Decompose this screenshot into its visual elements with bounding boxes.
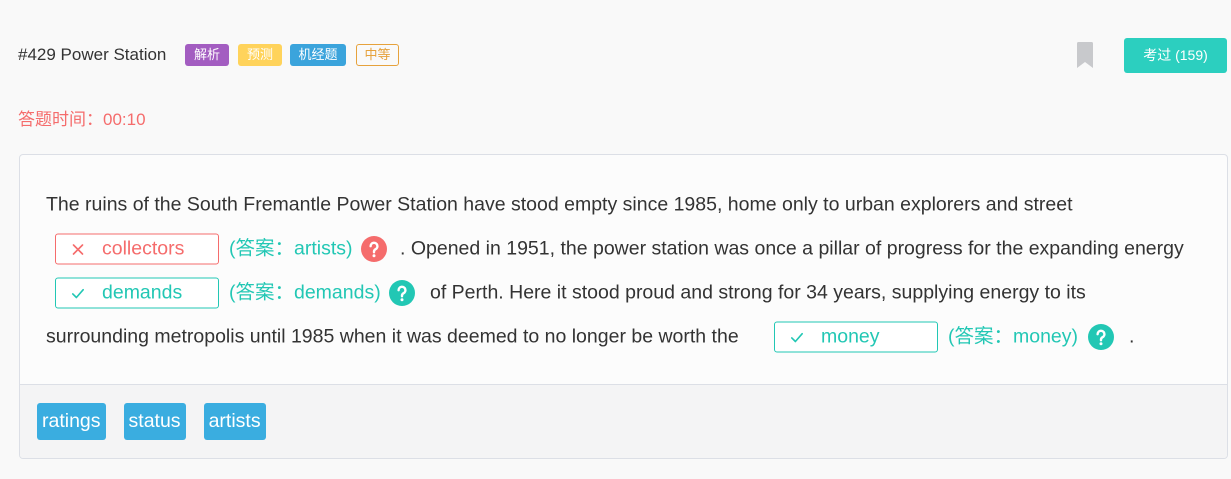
passage-text-segment: surrounding metropolis until 1985 when i… xyxy=(46,325,739,348)
passage-panel: The ruins of the South Fremantle Power S… xyxy=(19,154,1228,459)
tag-exam-question: 机经题 xyxy=(290,44,346,66)
blank-value: collectors xyxy=(102,237,185,260)
blank-value: demands xyxy=(102,281,183,304)
word-bank: ratings status artists xyxy=(20,384,1227,458)
question-circle-icon[interactable] xyxy=(389,280,415,306)
attempted-count-button[interactable]: 考过 (159) xyxy=(1124,38,1227,73)
timer-label: 答题时间： xyxy=(18,110,103,129)
blank-input-2[interactable]: demands xyxy=(55,277,219,309)
blank-value: money xyxy=(821,325,880,348)
question-title: #429 Power Station xyxy=(18,45,167,64)
question-circle-icon[interactable] xyxy=(361,236,387,262)
word-option-ratings[interactable]: ratings xyxy=(37,403,106,440)
correct-answer-label: (答案：artists) xyxy=(229,237,353,260)
passage-line: demands (答案：demands) of Perth. Here it s… xyxy=(20,271,1227,315)
tag-difficulty: 中等 xyxy=(356,44,399,66)
word-options: ratings status artists xyxy=(37,403,266,440)
passage-text: The ruins of the South Fremantle Power S… xyxy=(20,155,1227,384)
correct-answer-label: (答案：demands) xyxy=(229,281,381,304)
blank-input-3[interactable]: money xyxy=(774,321,938,353)
passage-line: The ruins of the South Fremantle Power S… xyxy=(20,183,1227,227)
question-circle-icon[interactable] xyxy=(1088,324,1114,350)
check-icon xyxy=(71,286,85,300)
passage-text-segment: of Perth. Here it stood proud and strong… xyxy=(430,281,1086,304)
bookmark-icon[interactable] xyxy=(1077,42,1093,68)
tag-prediction: 预测 xyxy=(238,44,282,66)
passage-text-segment: . xyxy=(1129,325,1135,348)
passage-line: collectors (答案：artists) . Opened in 1951… xyxy=(20,227,1227,271)
word-option-artists[interactable]: artists xyxy=(203,403,266,440)
timer-value: 00:10 xyxy=(103,110,146,129)
word-option-status[interactable]: status xyxy=(123,403,186,440)
tag-analysis: 解析 xyxy=(185,44,229,66)
passage-line: surrounding metropolis until 1985 when i… xyxy=(20,315,1227,359)
check-icon xyxy=(790,330,804,344)
practice-page: #429 Power Station 解析 预测 机经题 中等 考过 (159)… xyxy=(0,0,1231,479)
blank-input-1[interactable]: collectors xyxy=(55,233,219,265)
answer-timer: 答题时间：00:10 xyxy=(18,109,146,131)
passage-text-segment: . Opened in 1951, the power station was … xyxy=(400,237,1184,260)
passage-text-segment: The ruins of the South Fremantle Power S… xyxy=(46,193,1073,216)
cross-icon xyxy=(71,242,85,256)
correct-answer-label: (答案：money) xyxy=(948,325,1079,348)
